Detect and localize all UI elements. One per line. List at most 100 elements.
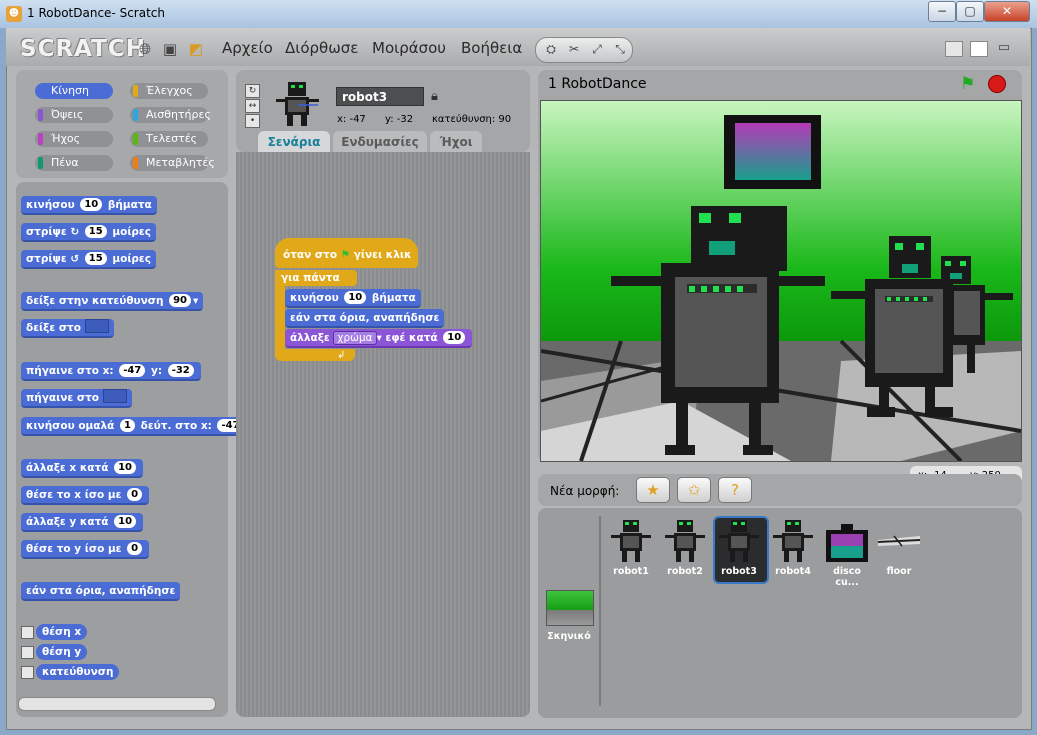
robot-thumb-art [773,520,813,562]
block-set-x[interactable]: θέσε το x ίσο με 0 [21,486,150,505]
lock-icon[interactable]: 🔒︎ [431,89,438,104]
block-when-flag-clicked[interactable]: όταν στο ⚑ γίνει κλικ [275,238,418,268]
sprite-name-field[interactable]: robot3 [336,87,424,106]
dropdown-arrow-icon: ▾ [193,295,199,307]
category-swatch [133,85,138,97]
loop-arrow-icon: ↲ [337,350,346,361]
sprite-thumb-label: floor [886,566,912,577]
category-label: Έλεγχος [146,84,193,97]
duplicate-icon[interactable]: ⛭ [540,40,562,58]
shrink-icon[interactable]: ⤡ [609,40,631,58]
disco-thumb-art [826,524,868,562]
category-1[interactable]: Έλεγχος [130,83,208,99]
green-flag-icon[interactable]: ⚑ [960,74,975,94]
sprite-thumb-label: robot3 [721,566,757,577]
no-rotate-icon[interactable]: • [245,114,260,128]
sprite-thumb-label: robot4 [775,566,811,577]
menu-edit[interactable]: Διόρθωσε [285,39,358,57]
save-icon[interactable]: ▣ [160,39,180,59]
category-swatch [38,109,43,121]
script-block-change-effect[interactable]: άλλαξε χρώμα ▾ εφέ κατά 10 [285,329,473,348]
menu-file[interactable]: Αρχείο [222,39,273,57]
block-goto-xy[interactable]: πήγαινε στο x: -47 y: -32 [21,362,201,381]
normal-stage-icon[interactable] [970,41,988,57]
stage-canvas[interactable] [540,100,1022,462]
rotate-ccw-icon: ↺ [70,253,80,265]
block-goto[interactable]: πήγαινε στο [21,389,132,408]
category-swatch [38,85,43,97]
choose-sprite-icon[interactable]: ✩ [677,477,711,503]
reporter-y-position[interactable]: θέση y [36,644,88,660]
stop-icon[interactable] [988,75,1006,93]
block-turn-right[interactable]: στρίψε ↻ 15 μοίρες [21,223,156,242]
window-title: 1 RobotDance- Scratch [27,6,165,20]
category-label: Κίνηση [51,84,89,97]
minimize-button[interactable]: − [928,1,956,22]
category-6[interactable]: Πένα [35,155,113,171]
tab-scripts[interactable]: Σενάρια [258,131,330,153]
green-flag-icon: ⚑ [340,249,351,261]
checkbox-y-position[interactable] [21,646,34,659]
sprite-thumb-1[interactable]: robot2 [660,518,710,578]
category-label: Ήχος [51,132,81,145]
reporter-x-position[interactable]: θέση x [36,624,88,640]
stage-thumbnail[interactable] [546,590,594,626]
paint-sprite-icon[interactable]: ★ [636,477,670,503]
sprite-thumb-4[interactable]: disco cu... [822,518,872,588]
checkbox-x-position[interactable] [21,626,34,639]
sprite-y: y: -32 [385,114,414,125]
block-move[interactable]: κινήσου 10 βήματα [21,196,157,215]
block-change-y[interactable]: άλλαξε y κατά 10 [21,513,144,532]
new-sprite-label: Νέα μορφή: [550,484,620,498]
close-button[interactable]: ✕ [984,1,1030,22]
sprite-thumb-label: robot2 [667,566,703,577]
robot-thumb-art [611,520,651,562]
menu-share[interactable]: Μοιράσου [372,39,446,57]
category-swatch [133,157,138,169]
block-glide[interactable]: κινήσου ομαλά 1 δεύτ. στο x: -47 [21,417,251,436]
palette-scrollbar[interactable] [18,697,216,711]
category-4[interactable]: Ήχος [35,131,113,147]
tab-sounds[interactable]: Ήχοι [430,131,482,153]
category-swatch [133,133,138,145]
block-point-direction[interactable]: δείξε στην κατεύθυνση 90 ▾ [21,292,204,311]
block-change-x[interactable]: άλλαξε x κατά 10 [21,459,144,478]
block-forever[interactable]: για πάντα [275,270,357,286]
block-turn-left[interactable]: στρίψε ↺ 15 μοίρες [21,250,156,269]
sprite-thumb-label: robot1 [613,566,649,577]
sprite-thumb-0[interactable]: robot1 [606,518,656,578]
grow-icon[interactable]: ⤢ [586,40,608,58]
category-0[interactable]: Κίνηση [35,83,113,99]
script-block-move[interactable]: κινήσου 10 βήματα [285,289,421,308]
small-stage-icon[interactable] [945,41,963,57]
tab-costumes[interactable]: Ενδυμασίες [333,131,427,153]
block-bounce[interactable]: εάν στα όρια, αναπήδησε [21,582,181,601]
project-title: 1 RobotDance [548,76,647,92]
presentation-icon[interactable]: ▭ [994,38,1014,58]
category-swatch [133,109,138,121]
random-sprite-icon[interactable]: ? [718,477,752,503]
sprite-thumb-5[interactable]: floor [874,518,924,578]
category-label: Όψεις [51,108,84,121]
sprite-thumb-3[interactable]: robot4 [768,518,818,578]
delete-icon[interactable]: ✂ [563,40,585,58]
share-icon[interactable]: ◩ [186,39,206,59]
category-5[interactable]: Τελεστές [130,131,208,147]
floor-thumb-art [877,535,921,547]
category-2[interactable]: Όψεις [35,107,113,123]
globe-icon[interactable]: 🌐︎ [135,39,155,59]
reporter-direction[interactable]: κατεύθυνση [36,664,120,680]
block-set-y[interactable]: θέσε το y ίσο με 0 [21,540,150,559]
flip-lr-icon[interactable]: ↔ [245,99,260,113]
rotate-all-icon[interactable]: ↻ [245,84,260,98]
category-7[interactable]: Μεταβλητές [130,155,215,171]
script-block-bounce[interactable]: εάν στα όρια, αναπήδησε [285,309,445,328]
sprite-thumb-2[interactable]: robot3 [714,518,764,578]
checkbox-direction[interactable] [21,666,34,679]
category-3[interactable]: Αισθητήρες [130,107,211,123]
sprite-list-divider [599,516,601,706]
block-point-towards[interactable]: δείξε στο [21,319,114,338]
menu-help[interactable]: Βοήθεια [461,39,522,57]
maximize-button[interactable]: ▢ [956,1,984,22]
scripts-area[interactable] [236,152,530,717]
